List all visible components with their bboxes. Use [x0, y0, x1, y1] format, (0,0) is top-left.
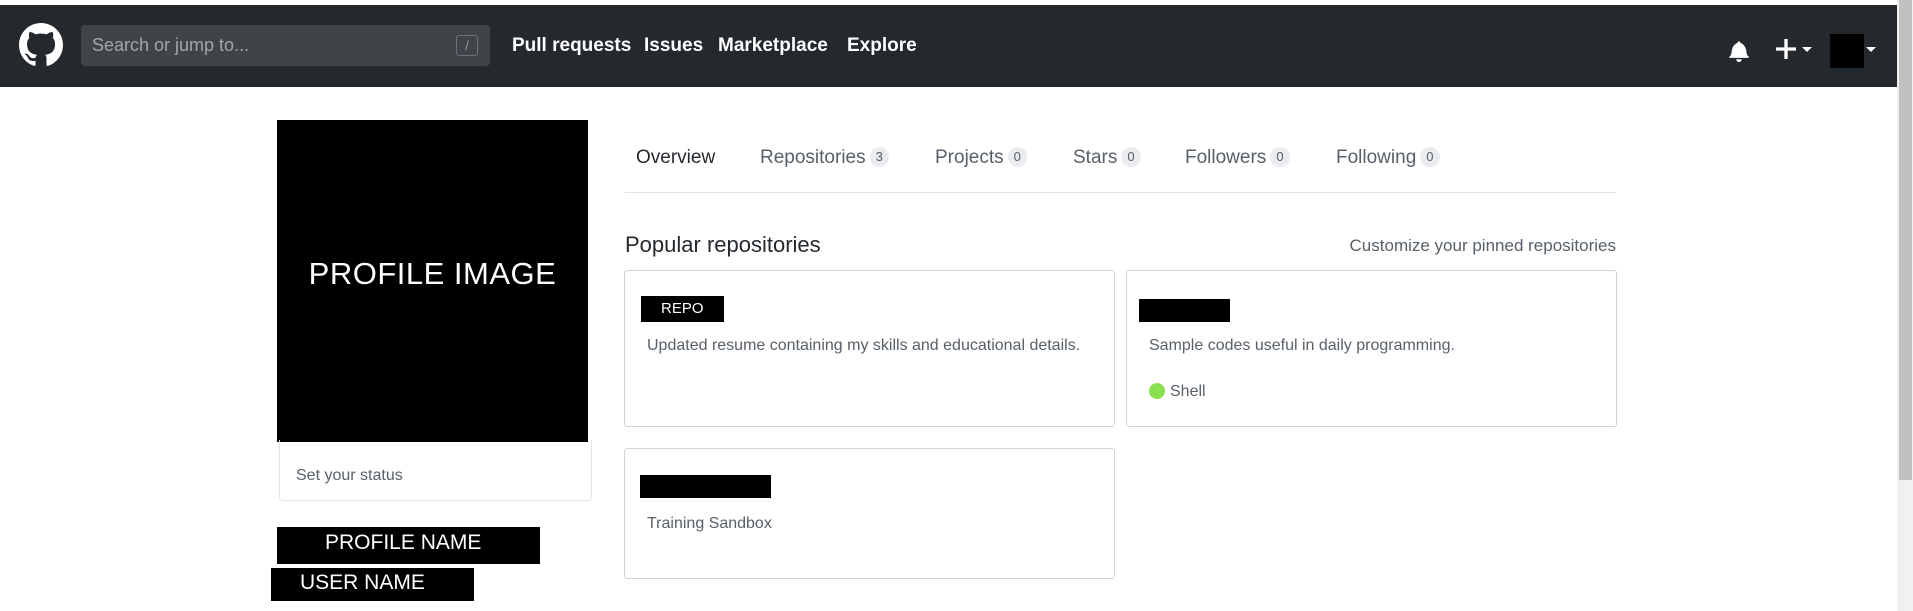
- search-box: /: [81, 25, 490, 66]
- repo-description: Sample codes useful in daily programming…: [1149, 337, 1455, 354]
- profile-image-label: PROFILE IMAGE: [308, 256, 557, 291]
- profile-image: PROFILE IMAGE: [277, 120, 588, 442]
- set-status-link[interactable]: Set your status: [296, 467, 403, 485]
- tab-label: Stars: [1073, 147, 1118, 168]
- tab-stars[interactable]: Stars 0: [1073, 146, 1141, 170]
- bell-icon[interactable]: [1729, 40, 1749, 62]
- tab-followers[interactable]: Followers 0: [1185, 146, 1290, 170]
- plus-icon[interactable]: [1776, 39, 1796, 59]
- repo-description: Updated resume containing my skills and …: [647, 337, 1081, 354]
- repo-name-link[interactable]: REPO: [641, 296, 724, 322]
- tab-overview[interactable]: Overview: [636, 146, 715, 170]
- github-logo-icon[interactable]: [19, 23, 63, 67]
- tab-count: 0: [1007, 147, 1027, 167]
- tab-following[interactable]: Following 0: [1336, 146, 1440, 170]
- new-dropdown-caret-icon[interactable]: [1802, 47, 1812, 52]
- tab-repositories[interactable]: Repositories 3: [760, 146, 889, 170]
- scrollbar-thumb[interactable]: [1899, 0, 1912, 480]
- nav-marketplace[interactable]: Marketplace: [718, 35, 828, 57]
- tab-count: 0: [1270, 147, 1290, 167]
- language-color-dot-icon: [1149, 383, 1165, 399]
- tab-label: Following: [1336, 147, 1417, 168]
- repo-name-link[interactable]: [640, 475, 771, 498]
- search-shortcut-key: /: [456, 35, 478, 56]
- tab-projects[interactable]: Projects 0: [935, 146, 1027, 170]
- user-menu-caret-icon[interactable]: [1866, 47, 1876, 52]
- tab-divider: [625, 192, 1616, 193]
- tab-count: 0: [1121, 147, 1141, 167]
- global-header: / Pull requests Issues Marketplace Explo…: [0, 5, 1897, 87]
- customize-pinned-link[interactable]: Customize your pinned repositories: [1350, 236, 1616, 256]
- tab-label: Repositories: [760, 147, 866, 168]
- nav-pull-requests[interactable]: Pull requests: [512, 35, 631, 57]
- repo-card: [624, 448, 1115, 579]
- nav-explore[interactable]: Explore: [847, 35, 917, 57]
- tab-label: Followers: [1185, 147, 1267, 168]
- repo-name-link[interactable]: [1139, 299, 1230, 322]
- tab-label: Overview: [636, 147, 716, 168]
- search-input[interactable]: [81, 25, 441, 66]
- tab-count: 3: [869, 147, 889, 167]
- user-avatar[interactable]: [1830, 34, 1864, 68]
- tab-label: Projects: [935, 147, 1004, 168]
- nav-issues[interactable]: Issues: [644, 35, 703, 57]
- profile-username: USER NAME: [271, 568, 474, 601]
- profile-name: PROFILE NAME: [277, 527, 540, 564]
- repo-description: Training Sandbox: [647, 515, 772, 532]
- repo-language: Shell: [1170, 383, 1206, 400]
- popular-repositories-title: Popular repositories: [625, 232, 821, 257]
- tab-count: 0: [1420, 147, 1440, 167]
